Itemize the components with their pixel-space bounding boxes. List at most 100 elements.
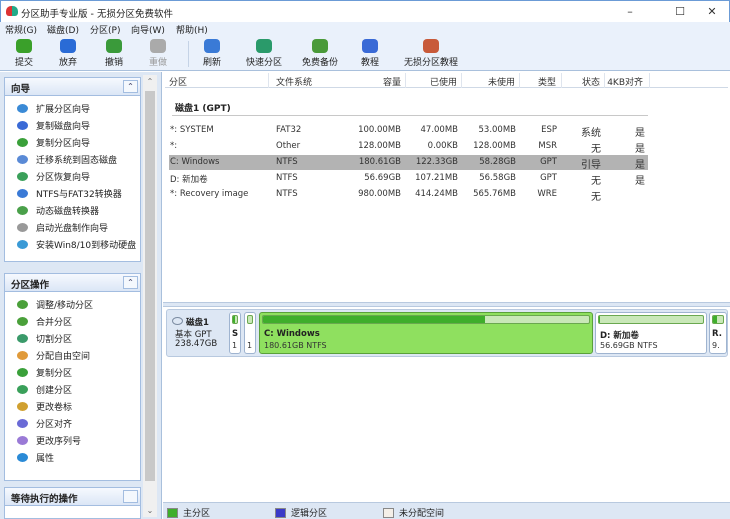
column-divider[interactable] [649, 73, 650, 88]
item-label: 复制分区 [36, 369, 73, 379]
partition-block[interactable]: S1 [229, 312, 241, 354]
partition-row[interactable]: *: SYSTEM FAT32 100.00MB 47.00MB 53.00MB ESP 系… [169, 123, 648, 139]
sidebar-item[interactable]: 分配自由空间 [5, 347, 140, 364]
item-label: 属性 [36, 454, 55, 464]
toolbar-label: 撤销 [104, 58, 123, 68]
toolbar-button-0[interactable]: 提交 [0, 39, 48, 68]
scroll-down-icon[interactable]: ⌄ [143, 506, 157, 515]
item-icon [17, 402, 28, 411]
item-label: 合并分区 [36, 318, 73, 328]
backup-icon [312, 39, 328, 53]
close-button[interactable]: ✕ [700, 4, 724, 20]
menu-3[interactable]: 向导(W) [131, 23, 165, 36]
ops-panel-header: 分区操作 ⌃ [5, 274, 140, 292]
column-header-6[interactable]: 状态 [582, 75, 600, 88]
item-icon [17, 334, 28, 343]
toolbar-button-4[interactable]: 刷新 [188, 39, 236, 68]
sidebar-item[interactable]: 分区对齐 [5, 415, 140, 432]
partition-cell: GPT [540, 173, 557, 183]
toolbar-button-6[interactable]: 免费备份 [296, 39, 344, 68]
sidebar-item[interactable]: 安装Win8/10到移动硬盘 [5, 236, 140, 253]
sidebar-item[interactable]: 创建分区 [5, 381, 140, 398]
partition-block[interactable]: C: Windows 180.61GB NTFS [259, 312, 593, 354]
menu-4[interactable]: 帮助(H) [176, 23, 208, 36]
partition-cell: 414.24MB [415, 189, 458, 199]
column-divider[interactable] [604, 73, 605, 88]
partition-cell: NTFS [276, 157, 298, 167]
disk-name[interactable]: 磁盘1 [186, 316, 209, 328]
toolbar-label: 无损分区教程 [404, 58, 459, 68]
pane-splitter[interactable] [163, 302, 730, 307]
sidebar-item[interactable]: 分区恢复向导 [5, 168, 140, 185]
ops-panel-title: 分区操作 [11, 280, 50, 291]
column-header-4[interactable]: 未使用 [488, 75, 515, 88]
item-label: 更改卷标 [36, 403, 73, 413]
partition-block[interactable]: 1 [244, 312, 256, 354]
partition-cell: 56.58GB [479, 173, 516, 183]
item-icon [17, 104, 28, 113]
item-label: 创建分区 [36, 386, 73, 396]
toolbar-label: 教程 [360, 58, 379, 68]
sidebar-item[interactable]: 迁移系统到固态磁盘 [5, 151, 140, 168]
column-header-7[interactable]: 4KB对齐 [607, 75, 643, 88]
sidebar-item[interactable]: 更改卷标 [5, 398, 140, 415]
sidebar-item[interactable]: 动态磁盘转换器 [5, 202, 140, 219]
maximize-button[interactable]: ☐ [668, 4, 692, 20]
sidebar-item[interactable]: 复制磁盘向导 [5, 117, 140, 134]
scroll-up-icon[interactable]: ⌃ [143, 77, 157, 86]
collapse-button[interactable] [123, 490, 138, 503]
discard-icon [60, 39, 76, 53]
column-header-2[interactable]: 容量 [383, 75, 401, 88]
wizard-panel-header: 向导 ⌃ [5, 78, 140, 96]
column-divider[interactable] [268, 73, 269, 88]
column-header-3[interactable]: 已使用 [430, 75, 457, 88]
partition-cell: 565.76MB [473, 189, 516, 199]
minimize-button[interactable]: – [618, 4, 642, 20]
usage-bar [712, 315, 724, 324]
toolbar-button-8[interactable]: 无损分区教程 [404, 39, 458, 68]
collapse-button[interactable]: ⌃ [123, 80, 138, 93]
column-divider[interactable] [461, 73, 462, 88]
partition-cell: 是 [635, 160, 645, 171]
scroll-thumb[interactable] [145, 91, 155, 481]
partition-row[interactable]: C: Windows NTFS 180.61GB 122.33GB 58.28GB GPT… [169, 155, 648, 171]
sidebar-item[interactable]: NTFS与FAT32转换器 [5, 185, 140, 202]
sidebar-item[interactable]: 启动光盘制作向导 [5, 219, 140, 236]
collapse-button[interactable]: ⌃ [123, 276, 138, 289]
usage-bar [232, 315, 238, 324]
sidebar-item[interactable]: 扩展分区向导 [5, 100, 140, 117]
partition-block[interactable]: R. 9. [709, 312, 727, 354]
column-divider[interactable] [519, 73, 520, 88]
menu-0[interactable]: 常规(G) [5, 23, 37, 36]
column-header-1[interactable]: 文件系统 [276, 75, 312, 88]
sidebar-scrollbar[interactable]: ⌃ ⌄ [143, 75, 157, 517]
legend-label: 主分区 [183, 509, 211, 519]
column-divider[interactable] [561, 73, 562, 88]
column-divider[interactable] [405, 73, 406, 88]
toolbar-button-1[interactable]: 放弃 [44, 39, 92, 68]
partition-row[interactable]: D: 新加卷 NTFS 56.69GB 107.21MB 56.58GB GPT 无 是 [169, 171, 648, 187]
column-header-5[interactable]: 类型 [538, 75, 556, 88]
sidebar-item[interactable]: 属性 [5, 449, 140, 466]
column-header-0[interactable]: 分区 [169, 75, 187, 88]
sidebar-item[interactable]: 复制分区 [5, 364, 140, 381]
sidebar-item[interactable]: 复制分区向导 [5, 134, 140, 151]
toolbar-button-7[interactable]: 教程 [346, 39, 394, 68]
item-label: 复制磁盘向导 [36, 122, 91, 132]
partition-row[interactable]: *: Other 128.00MB 0.00KB 128.00MB MSR 无 是 [169, 139, 648, 155]
partition-row[interactable]: *: Recovery image NTFS 980.00MB 414.24MB 565… [169, 187, 648, 203]
partition-cell: 980.00MB [358, 189, 401, 199]
toolbar-button-3[interactable]: 重做 [134, 39, 182, 68]
partition-cell: 180.61GB [358, 157, 401, 167]
legend-swatch-icon [275, 507, 286, 518]
sidebar-item[interactable]: 更改序列号 [5, 432, 140, 449]
refresh-icon [204, 39, 220, 53]
sidebar-item[interactable]: 调整/移动分区 [5, 296, 140, 313]
menu-1[interactable]: 磁盘(D) [47, 23, 79, 36]
toolbar-button-2[interactable]: 撤销 [90, 39, 138, 68]
sidebar-item[interactable]: 切割分区 [5, 330, 140, 347]
partition-block[interactable]: D: 新加卷 56.69GB NTFS [595, 312, 707, 354]
sidebar-item[interactable]: 合并分区 [5, 313, 140, 330]
menu-2[interactable]: 分区(P) [90, 23, 120, 36]
toolbar-button-5[interactable]: 快速分区 [240, 39, 288, 68]
